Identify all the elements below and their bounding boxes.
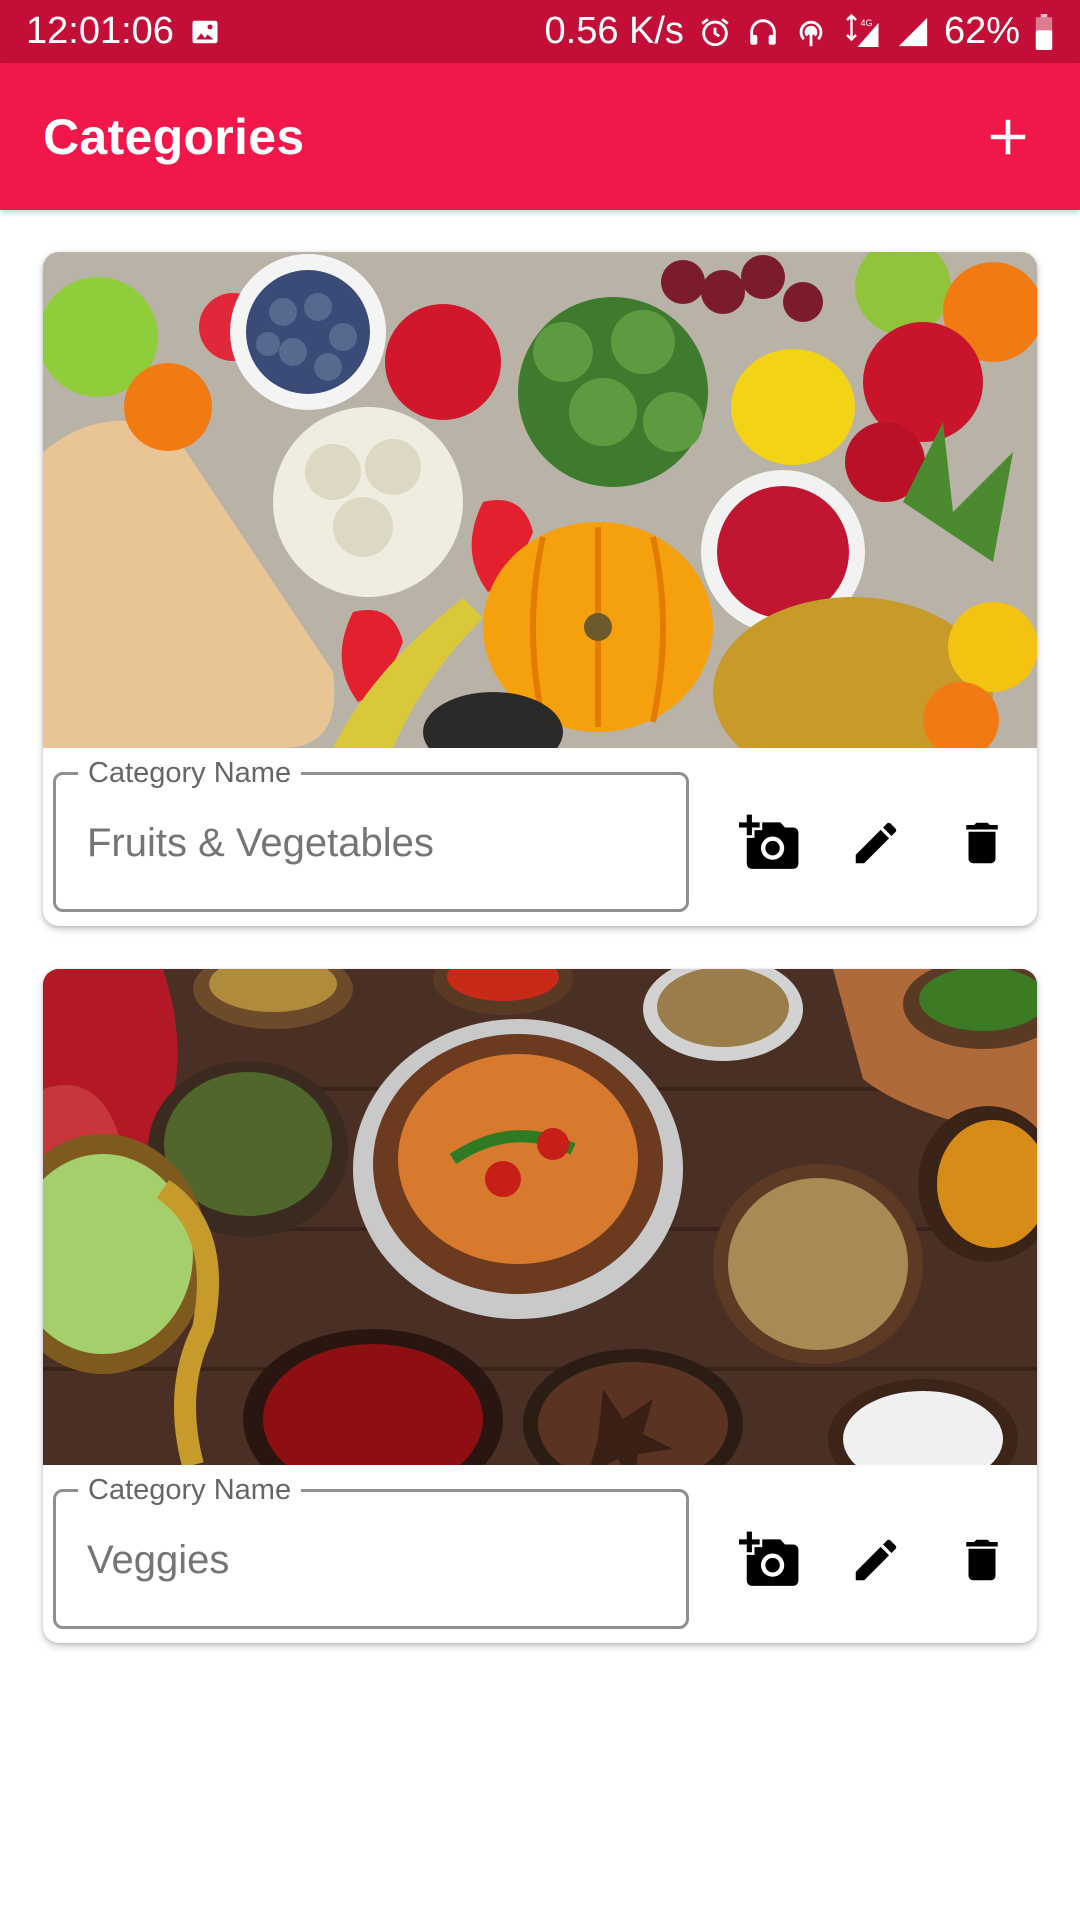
- alarm-icon: [698, 15, 732, 49]
- image-icon: [190, 17, 220, 47]
- category-name-label: Category Name: [78, 756, 302, 790]
- app-bar: Categories: [0, 63, 1080, 210]
- add-photo-icon: [739, 814, 799, 869]
- network-type: 4G: [860, 18, 872, 28]
- signal-icon: [896, 15, 930, 49]
- category-name-field[interactable]: Category Name: [53, 1473, 689, 1629]
- delete-icon: [966, 822, 998, 864]
- battery-icon: [1034, 13, 1054, 50]
- delete-button[interactable]: [947, 1525, 1017, 1595]
- plus-icon: [990, 119, 1026, 154]
- page-title: Categories: [43, 108, 305, 165]
- edit-icon: [855, 1539, 897, 1581]
- add-category-button[interactable]: [976, 105, 1040, 169]
- battery-percent: 62%: [943, 10, 1020, 52]
- delete-button[interactable]: [947, 808, 1017, 878]
- status-bar: 12:01:06 0.56 K/s 4G 62%: [0, 0, 1080, 63]
- category-name-input[interactable]: [87, 821, 667, 866]
- add-photo-button[interactable]: [735, 1525, 805, 1595]
- category-card: Category Name: [43, 252, 1037, 926]
- category-name-field[interactable]: Category Name: [53, 756, 689, 912]
- network-speed: 0.56 K/s: [544, 10, 684, 52]
- category-image: [43, 252, 1037, 748]
- headset-icon: [746, 15, 780, 49]
- card-actions: [735, 808, 1017, 878]
- add-photo-button[interactable]: [735, 808, 805, 878]
- category-card: Category Name: [43, 969, 1037, 1643]
- category-name-input[interactable]: [87, 1538, 667, 1583]
- category-name-label: Category Name: [78, 1473, 302, 1507]
- edit-button[interactable]: [841, 1525, 911, 1595]
- hotspot-icon: [794, 15, 828, 49]
- add-photo-icon: [739, 1531, 799, 1586]
- status-time: 12:01:06: [26, 10, 174, 52]
- delete-icon: [966, 1539, 998, 1581]
- edit-button[interactable]: [841, 808, 911, 878]
- data-arrows-icon: 4G: [842, 13, 882, 50]
- card-actions: [735, 1525, 1017, 1595]
- edit-icon: [855, 822, 897, 864]
- category-image: [43, 969, 1037, 1465]
